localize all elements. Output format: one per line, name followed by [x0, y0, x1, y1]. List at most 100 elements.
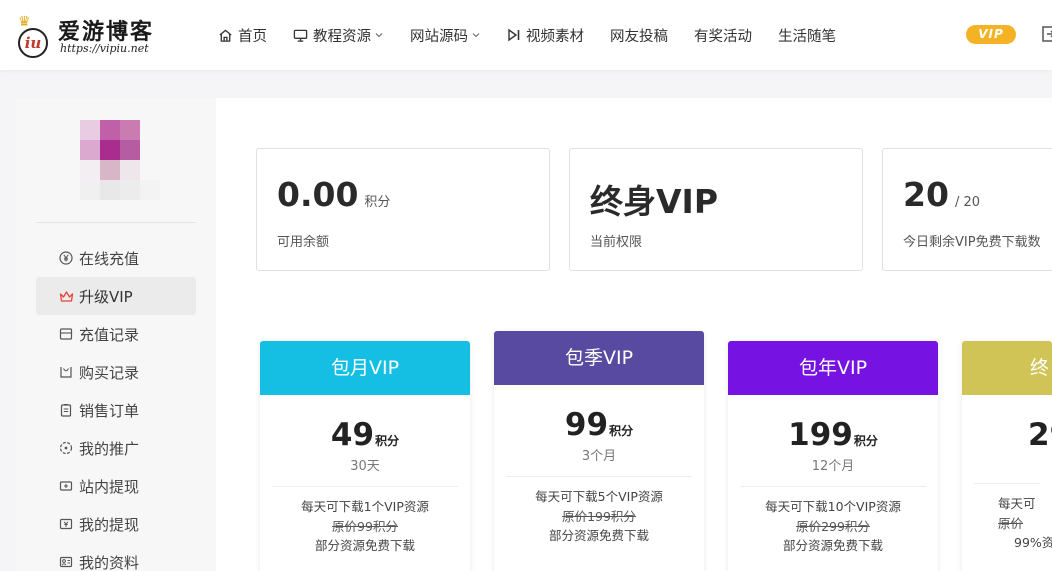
balance-label: 可用余额	[277, 235, 330, 250]
plan-period: 12个月	[811, 459, 855, 474]
sidebar-item-label: 我的提现	[79, 515, 140, 534]
sidebar-item-label: 销售订单	[79, 401, 140, 420]
plan-original-price: 原价199积分	[562, 508, 636, 524]
plan-title: 终	[962, 341, 1052, 395]
id-card-icon	[58, 554, 74, 570]
downloads-label: 今日剩余VIP免费下载数	[903, 235, 1041, 250]
plan-feature: 每天可	[998, 496, 1036, 511]
plan-divider	[506, 476, 692, 477]
plan-divider	[272, 486, 458, 487]
plan-card-monthly[interactable]: 包月VIP 49积分 30天 每天可下载1个VIP资源 原价99积分 部分资源免…	[260, 341, 470, 571]
plan-price: 99积分	[564, 407, 634, 443]
sidebar-item-recharge[interactable]: 在线充值	[36, 239, 196, 277]
plan-title: 包年VIP	[728, 341, 938, 395]
sidebar-divider	[36, 222, 196, 223]
cash-icon	[58, 516, 74, 532]
plan-price: 49积分	[330, 417, 400, 453]
plan-feature: 部分资源免费下载	[548, 528, 649, 543]
plan-price-unit: 积分	[853, 434, 878, 448]
permission-value: 终身VIP	[590, 182, 719, 221]
balance-unit: 积分	[364, 195, 391, 210]
sidebar-item-label: 在线充值	[79, 249, 140, 268]
balance-value: 0.00 积分	[277, 175, 391, 214]
plan-feature: 每天可下载1个VIP资源	[301, 499, 429, 514]
downloads-value: 20/ 20	[903, 175, 980, 214]
plan-feature: 99%资	[1014, 535, 1052, 550]
logo-badge: iu	[18, 28, 48, 58]
sidebar-item-purchases[interactable]: 购买记录	[36, 353, 196, 391]
wallet-icon	[58, 326, 74, 342]
avatar[interactable]	[80, 120, 160, 200]
nav-label: 网友投稿	[610, 28, 668, 45]
sidebar-menu: 在线充值 升级VIP 充值记录 购买记录 销售订单 我的推广 站内提现 我的提现…	[36, 239, 196, 571]
nav-label: 生活随笔	[778, 28, 836, 45]
balance-card: 0.00 积分 可用余额	[256, 148, 550, 271]
home-icon	[218, 28, 233, 43]
sidebar-item-label: 充值记录	[79, 325, 140, 344]
plan-price-unit: 积分	[609, 424, 634, 438]
downloads-unit: / 20	[954, 195, 980, 210]
sidebar-item-label: 升级VIP	[79, 287, 133, 306]
crown-icon	[58, 288, 74, 304]
plan-original-price: 原价99积分	[332, 518, 398, 534]
user-sidebar: 在线充值 升级VIP 充值记录 购买记录 销售订单 我的推广 站内提现 我的提现…	[16, 98, 216, 571]
nav-item-life[interactable]: 生活随笔	[778, 25, 836, 46]
sidebar-item-site-withdraw[interactable]: 站内提现	[36, 467, 196, 505]
sidebar-item-profile[interactable]: 我的资料	[36, 543, 196, 571]
plan-price: 199积分	[788, 417, 878, 453]
plan-feature: 每天可下载5个VIP资源	[535, 489, 663, 504]
plan-divider	[740, 486, 926, 487]
plan-title: 包月VIP	[260, 341, 470, 395]
login-icon[interactable]	[1040, 24, 1052, 48]
plan-original-price: 原价299积分	[796, 518, 870, 534]
plan-original-price: 原价	[998, 515, 1024, 531]
nav-label: 视频素材	[526, 28, 584, 45]
logo-url: https://vipiu.net	[60, 42, 149, 55]
plan-period: 3个月	[581, 449, 617, 464]
share-icon	[58, 440, 74, 456]
nav-item-video[interactable]: 视频素材	[507, 25, 584, 46]
plan-feature: 每天可下载10个VIP资源	[765, 499, 901, 514]
sidebar-item-label: 购买记录	[79, 363, 140, 382]
plan-card-quarterly[interactable]: 包季VIP 99积分 3个月 每天可下载5个VIP资源 原价199积分 部分资源…	[494, 331, 704, 571]
plan-card-lifetime[interactable]: 终 29 每天可 原价 99%资	[962, 341, 1052, 571]
site-header: ♛ iu 爱游博客 https://vipiu.net 首页 教程资源 网站源码	[0, 0, 1052, 70]
sidebar-item-promotion[interactable]: 我的推广	[36, 429, 196, 467]
plan-card-yearly[interactable]: 包年VIP 199积分 12个月 每天可下载10个VIP资源 原价299积分 部…	[728, 341, 938, 571]
plan-price: 29	[1028, 417, 1052, 453]
plan-period: 30天	[350, 459, 380, 474]
yen-icon	[58, 250, 74, 266]
nav-item-source-code[interactable]: 网站源码	[410, 25, 481, 46]
nav-item-tutorials[interactable]: 教程资源	[293, 25, 384, 46]
permission-label: 当前权限	[590, 235, 643, 250]
main-nav: 首页 教程资源 网站源码 视频素材 网友投稿 有奖活动 生活随笔	[218, 0, 862, 70]
nav-label: 教程资源	[313, 28, 371, 45]
play-next-icon	[507, 28, 521, 42]
chevron-down-icon	[471, 30, 481, 40]
sidebar-item-upgrade-vip[interactable]: 升级VIP	[36, 277, 196, 315]
sidebar-item-sales-orders[interactable]: 销售订单	[36, 391, 196, 429]
bag-icon	[58, 364, 74, 380]
clipboard-icon	[58, 402, 74, 418]
plan-divider	[974, 483, 1040, 484]
nav-item-events[interactable]: 有奖活动	[694, 25, 752, 46]
site-logo[interactable]: ♛ iu 爱游博客 https://vipiu.net	[16, 10, 166, 58]
vip-badge[interactable]: VIP	[966, 25, 1016, 44]
withdraw-icon	[58, 478, 74, 494]
main-content: 0.00 积分 可用余额 终身VIP 当前权限 20/ 20 今日剩余VIP免费下…	[216, 98, 1052, 571]
sidebar-item-recharge-history[interactable]: 充值记录	[36, 315, 196, 353]
downloads-card: 20/ 20 今日剩余VIP免费下载数	[882, 148, 1052, 271]
sidebar-item-label: 我的资料	[79, 553, 140, 571]
plan-feature: 部分资源免费下载	[782, 538, 883, 553]
sidebar-item-label: 站内提现	[79, 477, 140, 496]
nav-label: 首页	[238, 28, 267, 45]
monitor-icon	[293, 28, 308, 43]
nav-item-home[interactable]: 首页	[218, 25, 267, 46]
nav-label: 网站源码	[410, 28, 468, 45]
plan-price-unit: 积分	[375, 434, 400, 448]
sidebar-item-my-withdraw[interactable]: 我的提现	[36, 505, 196, 543]
sidebar-item-label: 我的推广	[79, 439, 140, 458]
plan-title: 包季VIP	[494, 331, 704, 385]
nav-item-submit[interactable]: 网友投稿	[610, 25, 668, 46]
permission-card: 终身VIP 当前权限	[569, 148, 863, 271]
